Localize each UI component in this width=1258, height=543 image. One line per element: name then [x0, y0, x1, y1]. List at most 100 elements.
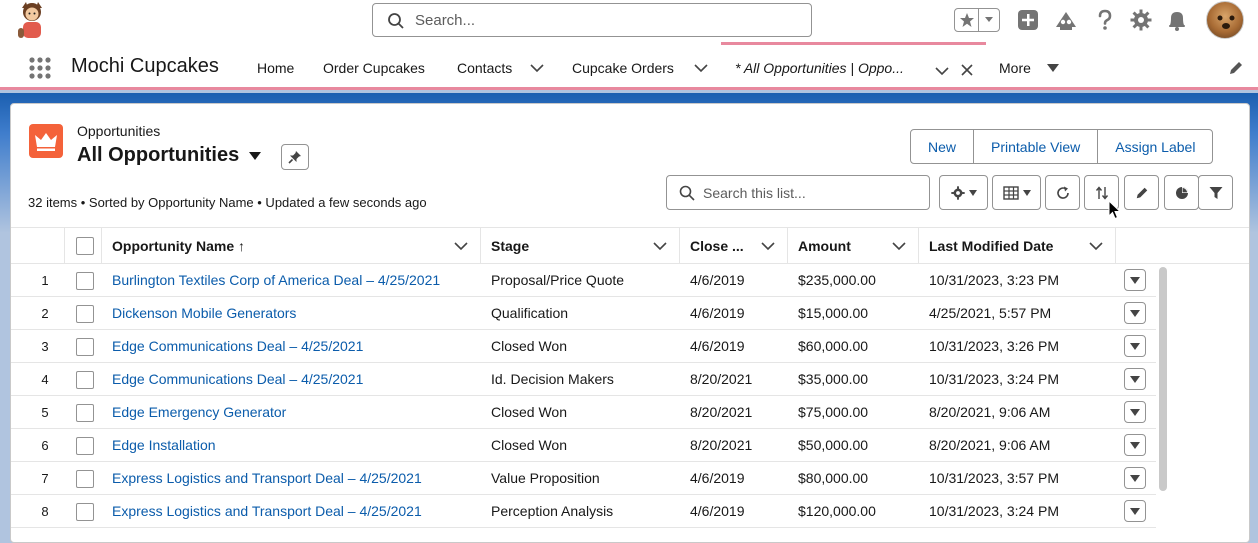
amount-cell: $60,000.00: [798, 338, 869, 354]
row-actions-button[interactable]: [1124, 500, 1146, 522]
nav-item-home[interactable]: Home: [257, 60, 294, 76]
column-header-stage[interactable]: Stage: [481, 228, 680, 264]
opportunity-name-link[interactable]: Express Logistics and Transport Deal – 4…: [112, 470, 422, 486]
edit-list-button[interactable]: [1124, 175, 1159, 210]
contacts-chevron-down-icon[interactable]: [530, 63, 544, 73]
row-actions-button[interactable]: [1124, 269, 1146, 291]
row-actions-button[interactable]: [1124, 434, 1146, 456]
pencil-icon[interactable]: [1228, 60, 1244, 76]
help-button[interactable]: [1093, 8, 1117, 32]
chevron-down-icon: [1130, 309, 1140, 317]
chevron-down-icon[interactable]: [1089, 241, 1103, 251]
favorites-list-button[interactable]: [979, 9, 999, 31]
list-view-title[interactable]: All Opportunities: [77, 144, 239, 167]
list-search-input[interactable]: Search this list...: [666, 175, 930, 210]
row-checkbox[interactable]: [76, 437, 94, 455]
more-chevron-down-icon[interactable]: [1047, 64, 1059, 72]
global-search-placeholder: Search...: [415, 12, 476, 29]
column-header-amount[interactable]: Amount: [788, 228, 919, 264]
last-modified-cell: 10/31/2023, 3:24 PM: [929, 503, 1059, 519]
refresh-button[interactable]: [1045, 175, 1080, 210]
nav-tab-all-opportunities[interactable]: * All Opportunities | Oppo...: [721, 42, 986, 87]
chevron-down-icon: [1130, 441, 1140, 449]
setup-button[interactable]: [1129, 8, 1153, 32]
chevron-down-icon: [1130, 474, 1140, 482]
opportunity-name-link[interactable]: Express Logistics and Transport Deal – 4…: [112, 503, 422, 519]
nav-item-cupcake-orders[interactable]: Cupcake Orders: [572, 60, 674, 76]
table-scrollbar[interactable]: [1159, 267, 1167, 491]
opportunity-name-link[interactable]: Edge Communications Deal – 4/25/2021: [112, 371, 363, 387]
row-checkbox[interactable]: [76, 272, 94, 290]
row-checkbox[interactable]: [76, 404, 94, 422]
favorites-button[interactable]: [955, 9, 979, 31]
column-header-last-modified-date[interactable]: Last Modified Date: [919, 228, 1116, 264]
favorites-button-group[interactable]: [954, 8, 1000, 32]
opportunity-name-link[interactable]: Dickenson Mobile Generators: [112, 305, 296, 321]
close-date-cell: 4/6/2019: [690, 470, 745, 486]
row-checkbox[interactable]: [76, 503, 94, 521]
crown-icon: [35, 133, 57, 151]
row-checkbox[interactable]: [76, 305, 94, 323]
amount-cell: $80,000.00: [798, 470, 869, 486]
nav-item-more[interactable]: More: [999, 60, 1031, 76]
opportunity-name-link[interactable]: Edge Installation: [112, 437, 216, 453]
amount-cell: $75,000.00: [798, 404, 869, 420]
table-row: 5 Edge Emergency Generator Closed Won 8/…: [11, 396, 1156, 429]
printable-view-button[interactable]: Printable View: [974, 130, 1099, 163]
stage-cell: Id. Decision Makers: [491, 371, 614, 387]
amount-cell: $235,000.00: [798, 272, 876, 288]
row-checkbox[interactable]: [76, 338, 94, 356]
row-checkbox[interactable]: [76, 470, 94, 488]
last-modified-cell: 10/31/2023, 3:24 PM: [929, 371, 1059, 387]
mascot-icon[interactable]: [12, 0, 52, 42]
pin-list-view-button[interactable]: [281, 144, 309, 170]
stage-cell: Value Proposition: [491, 470, 600, 486]
nav-item-contacts[interactable]: Contacts: [457, 60, 512, 76]
stage-cell: Closed Won: [491, 437, 568, 453]
list-info-text: 32 items • Sorted by Opportunity Name • …: [28, 195, 427, 210]
charts-button[interactable]: [1164, 175, 1199, 210]
filter-icon: [1209, 186, 1222, 199]
global-actions-button[interactable]: [1016, 8, 1040, 32]
display-as-button[interactable]: [992, 175, 1041, 210]
cupcake-orders-chevron-down-icon[interactable]: [694, 63, 708, 73]
opportunity-name-link[interactable]: Edge Communications Deal – 4/25/2021: [112, 338, 363, 354]
row-checkbox[interactable]: [76, 371, 94, 389]
chevron-down-icon: [985, 17, 993, 22]
row-actions-button[interactable]: [1124, 401, 1146, 423]
table-row: 1 Burlington Textiles Corp of America De…: [11, 264, 1156, 297]
column-header-opportunity-name[interactable]: Opportunity Name ↑: [102, 228, 481, 264]
chevron-down-icon: [968, 189, 977, 196]
close-tab-icon[interactable]: [961, 64, 973, 76]
filter-button[interactable]: [1198, 175, 1233, 210]
column-header-close-date[interactable]: Close ...: [680, 228, 788, 264]
list-view-chevron-down-icon[interactable]: [248, 151, 262, 161]
nav-item-order-cupcakes[interactable]: Order Cupcakes: [323, 60, 425, 76]
row-actions-button[interactable]: [1124, 467, 1146, 489]
amount-cell: $50,000.00: [798, 437, 869, 453]
opportunity-name-link[interactable]: Burlington Textiles Corp of America Deal…: [112, 272, 440, 288]
chevron-down-icon: [1130, 342, 1140, 350]
row-actions-button[interactable]: [1124, 302, 1146, 324]
row-actions-button[interactable]: [1124, 368, 1146, 390]
assign-label-button[interactable]: Assign Label: [1098, 130, 1212, 163]
list-view-controls-button[interactable]: [939, 175, 988, 210]
active-tab-chevron-down-icon[interactable]: [935, 66, 949, 76]
select-all-checkbox[interactable]: [76, 237, 94, 255]
new-button[interactable]: New: [911, 130, 975, 163]
row-actions-button[interactable]: [1124, 335, 1146, 357]
chevron-down-icon[interactable]: [653, 241, 667, 251]
app-launcher-icon[interactable]: [28, 56, 52, 80]
global-search-input[interactable]: Search...: [372, 3, 812, 37]
user-avatar[interactable]: [1206, 1, 1244, 39]
notifications-button[interactable]: [1165, 8, 1189, 32]
chevron-down-icon[interactable]: [454, 241, 468, 251]
trailhead-button[interactable]: [1054, 8, 1078, 32]
table-row: 3 Edge Communications Deal – 4/25/2021 C…: [11, 330, 1156, 363]
chevron-down-icon[interactable]: [761, 241, 775, 251]
table-icon: [1002, 185, 1019, 200]
close-date-cell: 8/20/2021: [690, 404, 753, 420]
global-header: Search...: [0, 0, 1258, 42]
chevron-down-icon[interactable]: [892, 241, 906, 251]
opportunity-name-link[interactable]: Edge Emergency Generator: [112, 404, 286, 420]
